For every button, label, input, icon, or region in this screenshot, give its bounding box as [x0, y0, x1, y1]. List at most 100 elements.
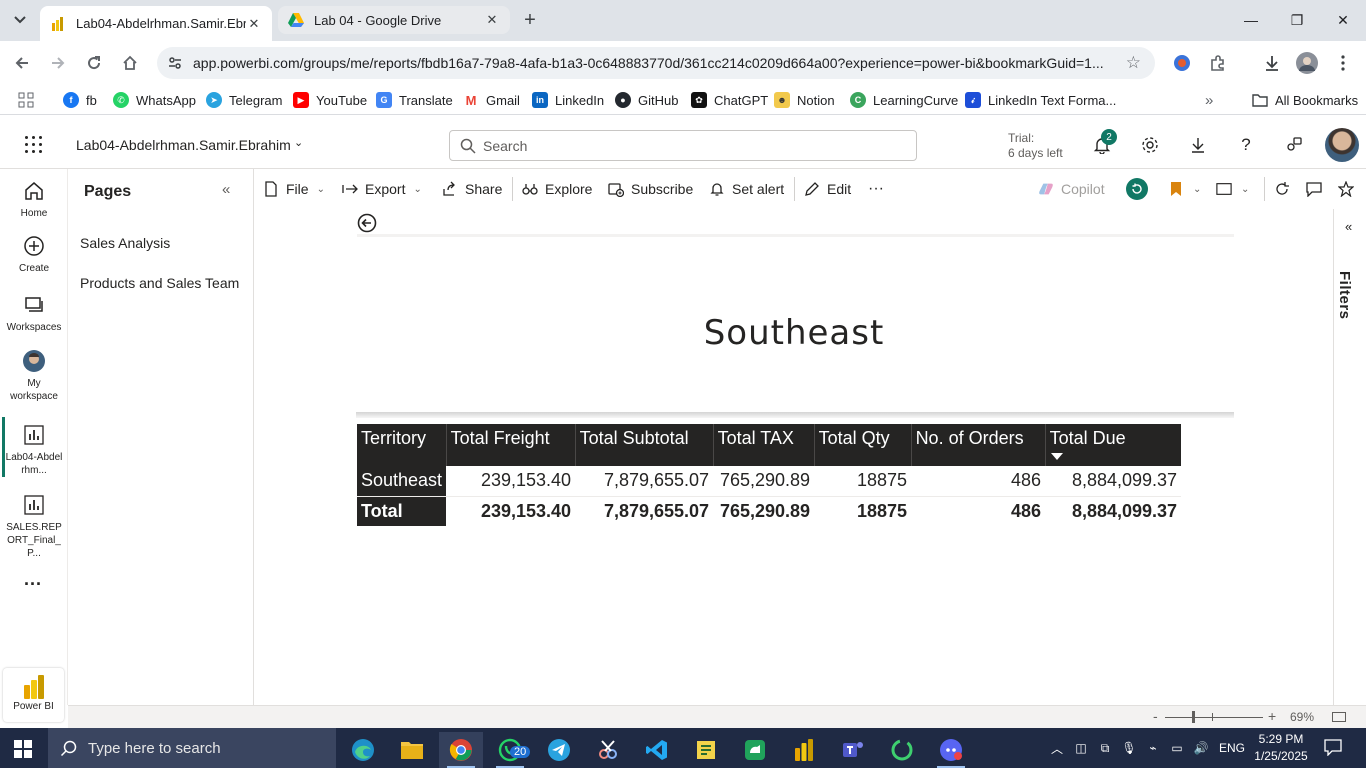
- column-header-total-due[interactable]: Total Due: [1045, 424, 1182, 466]
- bookmark-star-icon[interactable]: ☆: [1126, 53, 1141, 73]
- help-icon[interactable]: ?: [1235, 134, 1257, 156]
- battery-icon[interactable]: ▭: [1169, 739, 1185, 757]
- zoom-level[interactable]: 69%: [1290, 710, 1314, 724]
- bookmark-notion[interactable]: ☻ Notion: [774, 91, 835, 109]
- share-button[interactable]: Share: [442, 180, 502, 198]
- report-name[interactable]: Lab04-Abdelrhman.Samir.Ebrahim: [76, 137, 291, 153]
- zoom-out-button[interactable]: -: [1153, 708, 1158, 724]
- rail-sales-report[interactable]: SALES.REPORT_Final_P...: [0, 493, 68, 560]
- chevron-down-icon[interactable]: ⌄: [294, 136, 303, 149]
- new-tab-button[interactable]: +: [516, 6, 544, 34]
- bookmark-fb[interactable]: f fb: [63, 91, 97, 109]
- column-header-territory[interactable]: Territory: [357, 424, 447, 466]
- collapse-pages-icon[interactable]: «: [222, 181, 230, 198]
- profile-avatar[interactable]: [1295, 51, 1319, 75]
- tab-google-drive[interactable]: Lab 04 - Google Drive ✕: [278, 6, 510, 34]
- column-header-no-of-orders[interactable]: No. of Orders: [911, 424, 1046, 466]
- gear-icon[interactable]: [1139, 134, 1161, 156]
- notification-center-icon[interactable]: [1324, 738, 1342, 757]
- minimize-icon[interactable]: —: [1228, 0, 1274, 40]
- close-window-icon[interactable]: ✕: [1320, 0, 1366, 40]
- bookmark-telegram[interactable]: ➤ Telegram: [206, 91, 282, 109]
- page-sales-analysis[interactable]: Sales Analysis: [80, 235, 250, 251]
- powerbi-desktop-icon[interactable]: [782, 732, 826, 768]
- sql-tool-icon[interactable]: [684, 732, 728, 768]
- back-icon[interactable]: [10, 51, 34, 75]
- table-row[interactable]: Southeast 239,153.40 7,879,655.07 765,29…: [357, 466, 1182, 497]
- forward-icon[interactable]: [46, 51, 70, 75]
- favorite-button[interactable]: [1338, 180, 1361, 198]
- refresh-visuals-button[interactable]: [1274, 180, 1297, 198]
- restore-icon[interactable]: ❐: [1274, 0, 1320, 40]
- chrome-icon[interactable]: [439, 732, 483, 768]
- meet-now-icon[interactable]: ◫: [1073, 739, 1089, 757]
- set-alert-button[interactable]: Set alert: [709, 180, 784, 198]
- site-settings-icon[interactable]: [167, 55, 183, 71]
- bookmark-chatgpt[interactable]: ✿ ChatGPT: [691, 91, 768, 109]
- column-header-total-freight[interactable]: Total Freight: [446, 424, 576, 466]
- expand-filters-icon[interactable]: «: [1345, 219, 1352, 234]
- input-language[interactable]: ENG: [1219, 741, 1245, 755]
- column-header-total-qty[interactable]: Total Qty: [814, 424, 912, 466]
- reset-to-default-icon[interactable]: [1126, 178, 1148, 200]
- sales-summary-table[interactable]: Territory Total Freight Total Subtotal T…: [357, 424, 1182, 526]
- bookmark-github[interactable]: ● GitHub: [615, 91, 678, 109]
- bookmark-whatsapp[interactable]: ✆ WhatsApp: [113, 91, 196, 109]
- all-bookmarks[interactable]: All Bookmarks: [1252, 91, 1358, 109]
- zoom-in-button[interactable]: +: [1268, 708, 1276, 724]
- extension-icon[interactable]: [1170, 51, 1194, 75]
- vscode-icon[interactable]: [635, 732, 679, 768]
- edit-button[interactable]: Edit: [804, 180, 851, 198]
- rail-workspaces[interactable]: Workspaces: [0, 293, 68, 334]
- search-input[interactable]: Search: [449, 130, 917, 161]
- more-actions-button[interactable]: ···: [868, 180, 884, 198]
- close-tab-icon[interactable]: ✕: [246, 16, 262, 32]
- microphone-icon[interactable]: 🎙: [1121, 739, 1137, 757]
- show-hidden-icons[interactable]: ︿: [1049, 739, 1065, 757]
- back-arrow-icon[interactable]: [357, 213, 377, 233]
- rail-home[interactable]: Home: [0, 179, 68, 220]
- app-launcher-icon[interactable]: [24, 135, 44, 155]
- explore-button[interactable]: Explore: [522, 180, 592, 198]
- copilot-button[interactable]: Copilot: [1038, 180, 1105, 198]
- rail-lab04-report[interactable]: Lab04-Abdelrhm...: [0, 417, 68, 477]
- column-header-total-subtotal[interactable]: Total Subtotal: [575, 424, 714, 466]
- rail-my-workspace[interactable]: My workspace: [0, 349, 68, 403]
- close-tab-icon[interactable]: ✕: [484, 12, 500, 28]
- zoom-slider-thumb[interactable]: [1192, 711, 1195, 723]
- extensions-puzzle-icon[interactable]: [1206, 51, 1230, 75]
- address-bar[interactable]: app.powerbi.com/groups/me/reports/fbdb16…: [157, 47, 1155, 79]
- more-options-icon[interactable]: ...: [24, 569, 42, 590]
- discord-icon[interactable]: [929, 732, 973, 768]
- user-avatar[interactable]: [1325, 128, 1359, 162]
- trial-status[interactable]: Trial: 6 days left: [1008, 131, 1063, 161]
- fit-to-page-icon[interactable]: [1332, 712, 1346, 722]
- page-products-and-sales-team[interactable]: Products and Sales Team: [80, 275, 250, 291]
- bookmarks-overflow-icon[interactable]: »: [1205, 91, 1213, 109]
- volume-icon[interactable]: 🔊: [1193, 739, 1209, 757]
- taskbar-search-input[interactable]: Type here to search: [48, 728, 336, 768]
- download-icon[interactable]: [1260, 51, 1284, 75]
- export-menu-button[interactable]: Export ⌄: [342, 180, 422, 198]
- bookmark-linkedin[interactable]: in LinkedIn: [532, 91, 604, 109]
- capture-icon[interactable]: ⧉: [1097, 739, 1113, 757]
- file-explorer-icon[interactable]: [390, 732, 434, 768]
- tab-lab04-report[interactable]: Lab04-Abdelrhman.Samir.Ebrahim ✕: [40, 6, 272, 41]
- rail-create[interactable]: Create: [0, 234, 68, 275]
- reload-icon[interactable]: [82, 51, 106, 75]
- bookmark-learningcurve[interactable]: C LearningCurve: [850, 91, 958, 109]
- home-icon[interactable]: [118, 51, 142, 75]
- edge-icon[interactable]: [341, 732, 385, 768]
- telegram-icon[interactable]: [537, 732, 581, 768]
- file-menu-button[interactable]: File ⌄: [263, 180, 325, 198]
- powerbi-switcher[interactable]: Power BI: [3, 668, 64, 722]
- zoom-slider[interactable]: [1165, 717, 1263, 718]
- comments-button[interactable]: [1306, 180, 1329, 198]
- bookmark-gmail[interactable]: M Gmail: [463, 91, 520, 109]
- filters-pane[interactable]: « Filters: [1333, 209, 1366, 705]
- network-icon[interactable]: ⌁: [1145, 739, 1161, 757]
- snipping-tool-icon[interactable]: [586, 732, 630, 768]
- subscribe-button[interactable]: Subscribe: [608, 180, 693, 198]
- system-clock[interactable]: 5:29 PM 1/25/2025: [1254, 731, 1308, 765]
- bookmark-translate[interactable]: G Translate: [376, 91, 453, 109]
